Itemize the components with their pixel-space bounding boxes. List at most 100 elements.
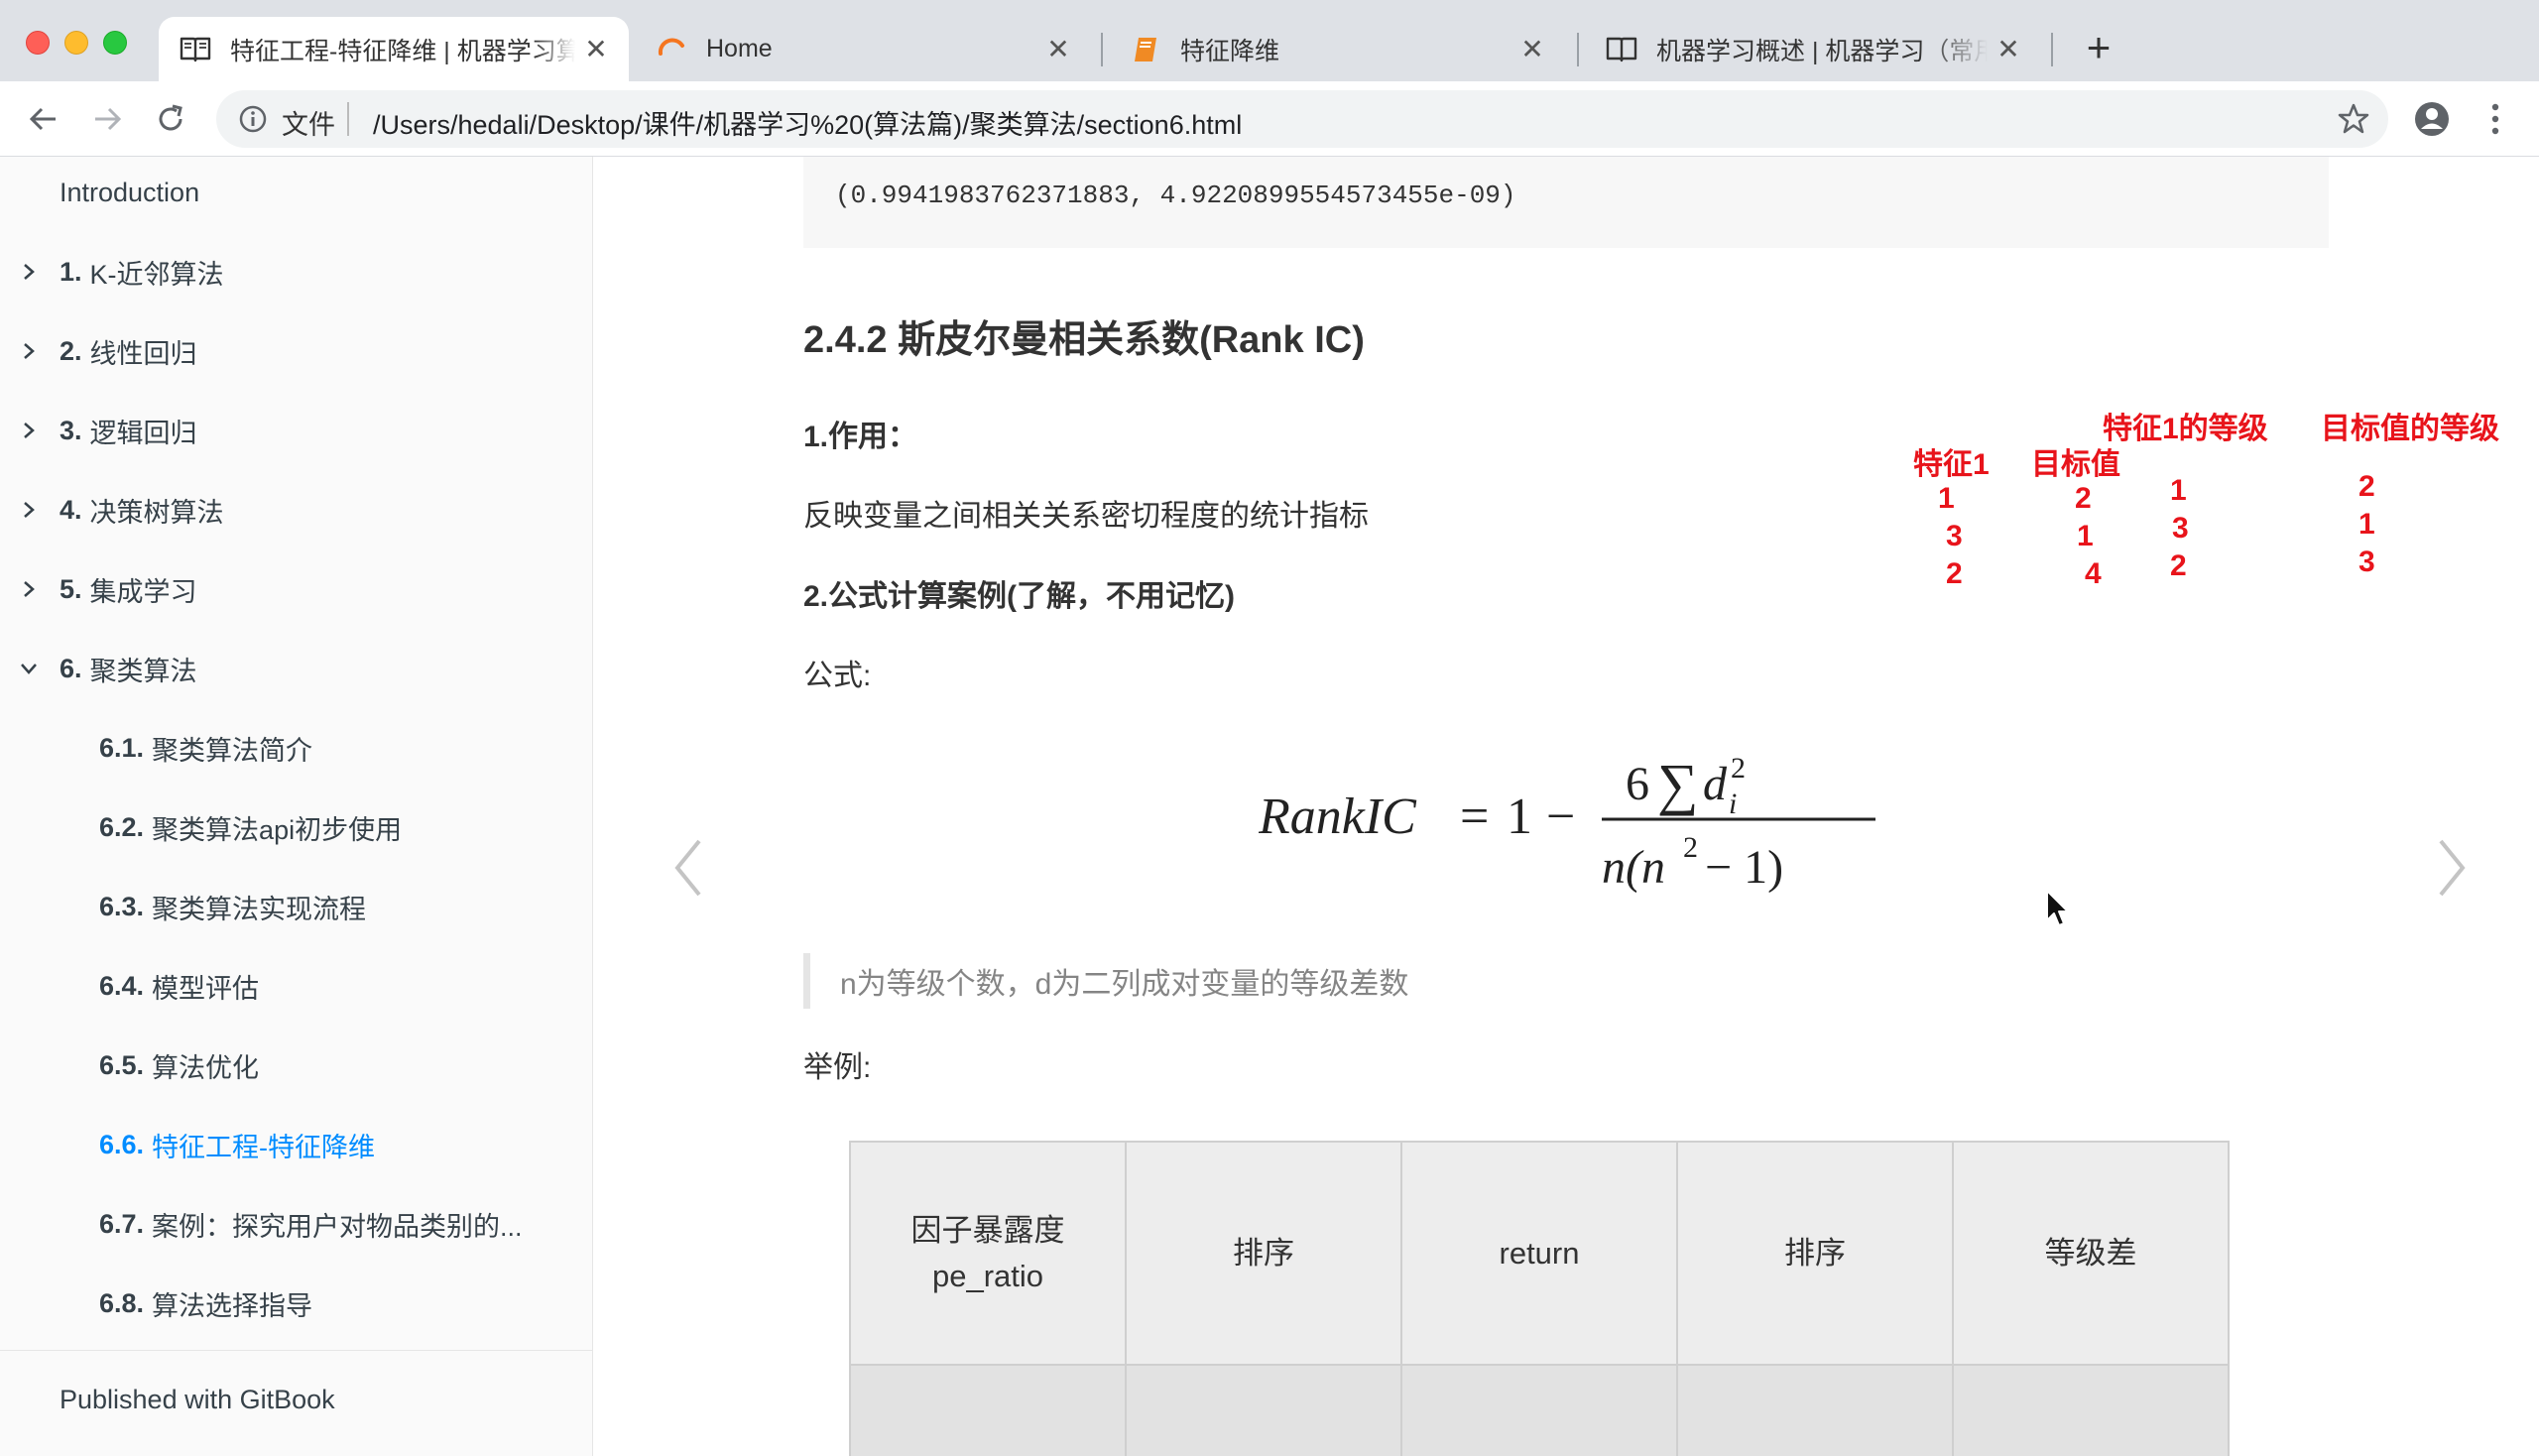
chevron-right-icon[interactable] <box>18 340 40 362</box>
example-title: 2.公式计算案例(了解，不用记忆) <box>803 580 1235 613</box>
sidebar-divider <box>0 1350 593 1351</box>
window-close-button[interactable] <box>26 31 50 55</box>
arrow-right-icon <box>95 107 122 131</box>
anno-target-value: 1 <box>2077 520 2094 552</box>
table-cell <box>1952 1364 2230 1456</box>
formula-minus: − <box>1546 789 1575 845</box>
formula-numerator-coef: 6 <box>1626 758 1649 810</box>
book-icon <box>179 33 212 66</box>
sidebar-item-knn[interactable]: 1. K-近邻算法 <box>0 242 593 302</box>
chevron-right-icon[interactable] <box>18 499 40 521</box>
tab-separator <box>1101 33 1103 66</box>
sidebar-item-6-1[interactable]: 6.1. 聚类算法简介 <box>0 718 593 778</box>
new-tab-button[interactable]: + <box>2079 24 2118 70</box>
tab-close-icon[interactable]: ✕ <box>1519 34 1545 64</box>
page-content: (0.9941983762371883, 4.9220899554573455e… <box>594 157 2539 1456</box>
anno-target-value: 2 <box>2075 482 2092 515</box>
tab-title: 特征工程-特征降维 | 机器学习算 <box>230 37 575 65</box>
example-label: 举例: <box>803 1051 872 1084</box>
tab-close-icon[interactable]: ✕ <box>1995 34 2021 64</box>
anno-target-rank-value: 3 <box>2358 546 2375 578</box>
sidebar-item-decision-tree[interactable]: 4. 决策树算法 <box>0 480 593 540</box>
code-output: (0.9941983762371883, 4.9220899554573455e… <box>835 181 1516 210</box>
tab-home[interactable]: Home ✕ <box>635 17 1091 81</box>
sidebar-item-6-5[interactable]: 6.5. 算法优化 <box>0 1035 593 1095</box>
tab-title: Home <box>706 35 773 62</box>
chevron-right-icon[interactable] <box>18 261 40 283</box>
window-minimize-button[interactable] <box>64 31 88 55</box>
reload-button[interactable] <box>151 99 190 139</box>
formula-sum-symbol: ∑ <box>1657 752 1698 816</box>
menu-button[interactable] <box>2476 99 2515 139</box>
tab-title: 机器学习概述 | 机器学习（常用 <box>1656 37 1988 65</box>
purpose-title: 1.作用： <box>803 421 918 453</box>
table-header-pe-ratio: 因子暴露度 pe_ratio <box>849 1141 1127 1366</box>
sidebar-item-6-2[interactable]: 6.2. 聚类算法api初步使用 <box>0 797 593 857</box>
chevron-right-icon[interactable] <box>18 420 40 441</box>
formula-label: 公式: <box>803 660 872 692</box>
more-vert-icon <box>2491 103 2499 135</box>
formula-var-d: d <box>1703 758 1728 810</box>
chevron-right-icon[interactable] <box>18 578 40 600</box>
sidebar-item-6-8[interactable]: 6.8. 算法选择指导 <box>0 1274 593 1333</box>
anno-target-value: 4 <box>2085 557 2102 590</box>
notebook-icon <box>1129 33 1162 66</box>
back-button[interactable] <box>24 99 63 139</box>
formula-one: 1 <box>1507 789 1532 845</box>
forward-button[interactable] <box>87 99 127 139</box>
window-zoom-button[interactable] <box>103 31 127 55</box>
omnibox-separator <box>347 102 349 136</box>
sidebar-item-6-3[interactable]: 6.3. 聚类算法实现流程 <box>0 877 593 936</box>
code-output-block: (0.9941983762371883, 4.9220899554573455e… <box>803 157 2329 248</box>
published-with-gitbook-link[interactable]: Published with GitBook <box>60 1385 335 1415</box>
tab-separator <box>2051 33 2053 66</box>
anno-feature1-value: 1 <box>1938 482 1955 515</box>
rank-example-table: 因子暴露度 pe_ratio 排序 return 排序 等级差 <box>849 1141 2230 1456</box>
reload-icon <box>159 104 182 131</box>
anno-feature1-rank-value: 3 <box>2172 512 2189 545</box>
table-row <box>849 1364 2230 1456</box>
sidebar-item-linear-regression[interactable]: 2. 线性回归 <box>0 321 593 381</box>
tab-feature-reduction-gitbook[interactable]: 特征工程-特征降维 | 机器学习算 ✕ <box>159 17 629 81</box>
anno-feature1-value: 3 <box>1946 520 1963 552</box>
tab-feature-reduction-notes[interactable]: 特征降维 ✕ <box>1109 17 1565 81</box>
profile-button[interactable] <box>2412 99 2452 139</box>
sidebar-item-ensemble[interactable]: 5. 集成学习 <box>0 559 593 619</box>
bookmark-star-icon[interactable] <box>2337 102 2370 136</box>
formula-den-sup: 2 <box>1683 831 1698 864</box>
table-header-rank-1: 排序 <box>1125 1141 1402 1366</box>
book-sidebar: Introduction 1. K-近邻算法 2. 线性回归 3. 逻辑回归 4. 决策… <box>0 157 593 1456</box>
rank-ic-formula: RankIC = 1 − 6 ∑ d i 2 n(n 2 − 1) <box>1259 752 1875 894</box>
anno-label-feature1: 特征1 <box>1913 448 1990 481</box>
tab-close-icon[interactable]: ✕ <box>583 34 609 64</box>
chevron-down-icon[interactable] <box>18 658 40 679</box>
formula-sub-i: i <box>1729 788 1737 820</box>
next-page-arrow-icon[interactable] <box>2431 833 2471 903</box>
previous-page-arrow-icon[interactable] <box>669 833 709 903</box>
formula-denominator: n(n <box>1602 841 1665 894</box>
table-header-rank-diff: 等级差 <box>1952 1141 2230 1366</box>
arrow-left-icon <box>29 107 56 131</box>
sidebar-item-logistic-regression[interactable]: 3. 逻辑回归 <box>0 401 593 460</box>
sidebar-item-6-7[interactable]: 6.7. 案例：探究用户对物品类别的... <box>0 1194 593 1254</box>
sidebar-item-6-4[interactable]: 6.4. 模型评估 <box>0 956 593 1016</box>
tab-strip: 特征工程-特征降维 | 机器学习算 ✕ Home ✕ 特征降维 ✕ 机器学习概述… <box>0 0 2539 81</box>
anno-target-rank-value: 2 <box>2358 470 2375 503</box>
table-header-rank-2: 排序 <box>1676 1141 1954 1366</box>
info-icon[interactable] <box>238 104 268 134</box>
purpose-text: 反映变量之间相关关系密切程度的统计指标 <box>803 500 1369 533</box>
anno-feature1-rank-value: 1 <box>2170 474 2187 507</box>
tab-close-icon[interactable]: ✕ <box>1045 34 1071 64</box>
tab-ml-overview[interactable]: 机器学习概述 | 机器学习（常用 ✕ <box>1585 17 2041 81</box>
mouse-cursor-icon <box>2046 890 2069 926</box>
sidebar-item-introduction[interactable]: Introduction <box>0 163 593 222</box>
anno-target-rank-value: 1 <box>2358 508 2375 541</box>
url-text[interactable]: /Users/hedali/Desktop/课件/机器学习%20(算法篇)/聚类… <box>373 103 1242 142</box>
sidebar-item-6-6[interactable]: 6.6. 特征工程-特征降维 <box>0 1115 593 1174</box>
security-label: 文件 <box>282 110 335 140</box>
sidebar-item-clustering[interactable]: 6. 聚类算法 <box>0 639 593 698</box>
book-icon <box>1605 33 1638 66</box>
loading-spinner-icon <box>655 33 688 66</box>
address-bar[interactable]: 文件 /Users/hedali/Desktop/课件/机器学习%20(算法篇)… <box>216 90 2388 148</box>
formula-lhs: RankIC <box>1259 789 1417 845</box>
